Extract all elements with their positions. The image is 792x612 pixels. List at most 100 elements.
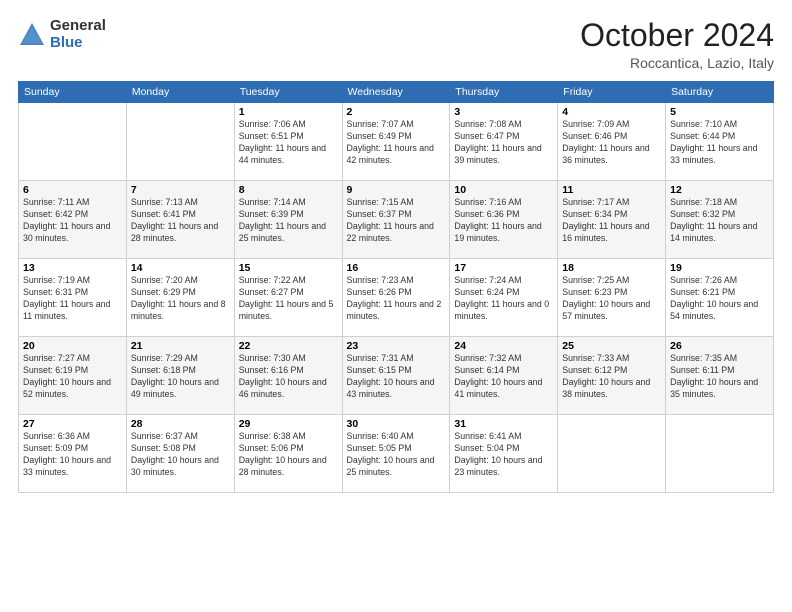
day-number: 30	[347, 418, 446, 430]
calendar-cell-0-3: 2Sunrise: 7:07 AMSunset: 6:49 PMDaylight…	[342, 103, 450, 181]
sunset-text: Sunset: 5:04 PM	[454, 443, 553, 455]
day-number: 25	[562, 340, 661, 352]
calendar-cell-4-3: 30Sunrise: 6:40 AMSunset: 5:05 PMDayligh…	[342, 415, 450, 493]
calendar-cell-0-2: 1Sunrise: 7:06 AMSunset: 6:51 PMDaylight…	[234, 103, 342, 181]
calendar-cell-1-0: 6Sunrise: 7:11 AMSunset: 6:42 PMDaylight…	[19, 181, 127, 259]
month-title: October 2024	[580, 18, 774, 53]
day-number: 24	[454, 340, 553, 352]
weekday-header-row: Sunday Monday Tuesday Wednesday Thursday…	[19, 82, 774, 103]
day-info: Sunrise: 7:32 AMSunset: 6:14 PMDaylight:…	[454, 353, 553, 401]
day-number: 4	[562, 106, 661, 118]
daylight-text: Daylight: 10 hours and 33 minutes.	[23, 455, 122, 479]
sunset-text: Sunset: 6:47 PM	[454, 131, 553, 143]
day-number: 20	[23, 340, 122, 352]
sunset-text: Sunset: 6:51 PM	[239, 131, 338, 143]
sunset-text: Sunset: 6:16 PM	[239, 365, 338, 377]
day-number: 2	[347, 106, 446, 118]
daylight-text: Daylight: 11 hours and 19 minutes.	[454, 221, 553, 245]
week-row-1: 1Sunrise: 7:06 AMSunset: 6:51 PMDaylight…	[19, 103, 774, 181]
sunrise-text: Sunrise: 7:30 AM	[239, 353, 338, 365]
day-info: Sunrise: 7:20 AMSunset: 6:29 PMDaylight:…	[131, 275, 230, 323]
calendar-cell-0-1	[126, 103, 234, 181]
sunset-text: Sunset: 6:11 PM	[670, 365, 769, 377]
sunset-text: Sunset: 6:44 PM	[670, 131, 769, 143]
sunrise-text: Sunrise: 7:33 AM	[562, 353, 661, 365]
week-row-3: 13Sunrise: 7:19 AMSunset: 6:31 PMDayligh…	[19, 259, 774, 337]
sunrise-text: Sunrise: 7:20 AM	[131, 275, 230, 287]
sunrise-text: Sunrise: 7:11 AM	[23, 197, 122, 209]
sunrise-text: Sunrise: 7:14 AM	[239, 197, 338, 209]
sunset-text: Sunset: 6:39 PM	[239, 209, 338, 221]
calendar-cell-3-3: 23Sunrise: 7:31 AMSunset: 6:15 PMDayligh…	[342, 337, 450, 415]
daylight-text: Daylight: 10 hours and 25 minutes.	[347, 455, 446, 479]
daylight-text: Daylight: 10 hours and 57 minutes.	[562, 299, 661, 323]
day-number: 9	[347, 184, 446, 196]
day-info: Sunrise: 7:18 AMSunset: 6:32 PMDaylight:…	[670, 197, 769, 245]
sunrise-text: Sunrise: 7:29 AM	[131, 353, 230, 365]
sunset-text: Sunset: 6:41 PM	[131, 209, 230, 221]
day-number: 23	[347, 340, 446, 352]
sunrise-text: Sunrise: 7:13 AM	[131, 197, 230, 209]
sunrise-text: Sunrise: 7:18 AM	[670, 197, 769, 209]
daylight-text: Daylight: 10 hours and 35 minutes.	[670, 377, 769, 401]
daylight-text: Daylight: 10 hours and 38 minutes.	[562, 377, 661, 401]
day-number: 13	[23, 262, 122, 274]
page-header: General Blue October 2024 Roccantica, La…	[18, 18, 774, 71]
day-info: Sunrise: 7:30 AMSunset: 6:16 PMDaylight:…	[239, 353, 338, 401]
sunrise-text: Sunrise: 7:23 AM	[347, 275, 446, 287]
day-info: Sunrise: 6:41 AMSunset: 5:04 PMDaylight:…	[454, 431, 553, 479]
calendar-cell-4-0: 27Sunrise: 6:36 AMSunset: 5:09 PMDayligh…	[19, 415, 127, 493]
sunrise-text: Sunrise: 7:16 AM	[454, 197, 553, 209]
sunrise-text: Sunrise: 7:19 AM	[23, 275, 122, 287]
daylight-text: Daylight: 11 hours and 16 minutes.	[562, 221, 661, 245]
week-row-5: 27Sunrise: 6:36 AMSunset: 5:09 PMDayligh…	[19, 415, 774, 493]
calendar-cell-3-0: 20Sunrise: 7:27 AMSunset: 6:19 PMDayligh…	[19, 337, 127, 415]
header-sunday: Sunday	[19, 82, 127, 103]
daylight-text: Daylight: 11 hours and 36 minutes.	[562, 143, 661, 167]
day-info: Sunrise: 7:09 AMSunset: 6:46 PMDaylight:…	[562, 119, 661, 167]
day-info: Sunrise: 7:07 AMSunset: 6:49 PMDaylight:…	[347, 119, 446, 167]
calendar-cell-4-5	[558, 415, 666, 493]
sunrise-text: Sunrise: 6:38 AM	[239, 431, 338, 443]
daylight-text: Daylight: 11 hours and 22 minutes.	[347, 221, 446, 245]
daylight-text: Daylight: 10 hours and 30 minutes.	[131, 455, 230, 479]
daylight-text: Daylight: 10 hours and 54 minutes.	[670, 299, 769, 323]
day-info: Sunrise: 6:40 AMSunset: 5:05 PMDaylight:…	[347, 431, 446, 479]
daylight-text: Daylight: 10 hours and 28 minutes.	[239, 455, 338, 479]
sunrise-text: Sunrise: 7:09 AM	[562, 119, 661, 131]
daylight-text: Daylight: 11 hours and 25 minutes.	[239, 221, 338, 245]
day-info: Sunrise: 6:38 AMSunset: 5:06 PMDaylight:…	[239, 431, 338, 479]
sunrise-text: Sunrise: 7:08 AM	[454, 119, 553, 131]
header-monday: Monday	[126, 82, 234, 103]
calendar-cell-1-6: 12Sunrise: 7:18 AMSunset: 6:32 PMDayligh…	[666, 181, 774, 259]
day-number: 12	[670, 184, 769, 196]
day-number: 7	[131, 184, 230, 196]
calendar-cell-2-0: 13Sunrise: 7:19 AMSunset: 6:31 PMDayligh…	[19, 259, 127, 337]
sunrise-text: Sunrise: 7:22 AM	[239, 275, 338, 287]
location: Roccantica, Lazio, Italy	[580, 55, 774, 71]
daylight-text: Daylight: 11 hours and 44 minutes.	[239, 143, 338, 167]
sunset-text: Sunset: 6:31 PM	[23, 287, 122, 299]
calendar-cell-3-4: 24Sunrise: 7:32 AMSunset: 6:14 PMDayligh…	[450, 337, 558, 415]
header-thursday: Thursday	[450, 82, 558, 103]
day-info: Sunrise: 7:16 AMSunset: 6:36 PMDaylight:…	[454, 197, 553, 245]
day-info: Sunrise: 7:19 AMSunset: 6:31 PMDaylight:…	[23, 275, 122, 323]
day-number: 3	[454, 106, 553, 118]
daylight-text: Daylight: 11 hours and 2 minutes.	[347, 299, 446, 323]
sunset-text: Sunset: 6:46 PM	[562, 131, 661, 143]
sunset-text: Sunset: 6:12 PM	[562, 365, 661, 377]
calendar-cell-4-1: 28Sunrise: 6:37 AMSunset: 5:08 PMDayligh…	[126, 415, 234, 493]
day-number: 15	[239, 262, 338, 274]
logo-blue: Blue	[50, 35, 106, 52]
day-number: 22	[239, 340, 338, 352]
calendar-cell-1-4: 10Sunrise: 7:16 AMSunset: 6:36 PMDayligh…	[450, 181, 558, 259]
calendar-cell-4-4: 31Sunrise: 6:41 AMSunset: 5:04 PMDayligh…	[450, 415, 558, 493]
daylight-text: Daylight: 10 hours and 43 minutes.	[347, 377, 446, 401]
header-wednesday: Wednesday	[342, 82, 450, 103]
calendar-cell-2-1: 14Sunrise: 7:20 AMSunset: 6:29 PMDayligh…	[126, 259, 234, 337]
logo-icon	[18, 21, 46, 49]
calendar-cell-2-6: 19Sunrise: 7:26 AMSunset: 6:21 PMDayligh…	[666, 259, 774, 337]
sunrise-text: Sunrise: 6:36 AM	[23, 431, 122, 443]
sunrise-text: Sunrise: 6:41 AM	[454, 431, 553, 443]
sunrise-text: Sunrise: 7:07 AM	[347, 119, 446, 131]
